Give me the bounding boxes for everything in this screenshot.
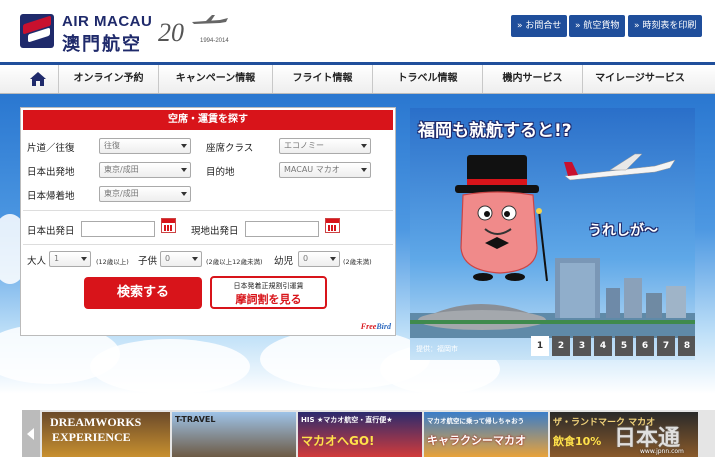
freebird-logo[interactable]: FreeBird xyxy=(361,322,391,331)
brand-name-en[interactable]: AIR MACAU xyxy=(62,13,152,30)
promo-thumbnail-strip: DREAMWORKS EXPERIENCE T-TRAVEL HIS ★マカオ航… xyxy=(22,410,715,457)
banner-page-4[interactable]: 4 xyxy=(594,336,612,356)
thumb-title: DREAMWORKS xyxy=(50,415,142,429)
thumb-sub: 飲食10% xyxy=(553,435,602,448)
divider xyxy=(23,210,393,211)
thumb-dreamworks[interactable]: DREAMWORKS EXPERIENCE xyxy=(42,412,170,457)
thumbs-prev-arrow-icon[interactable] xyxy=(22,410,40,457)
destination-value: MACAU マカオ xyxy=(284,165,340,174)
nav-campaign[interactable]: キャンペーン情報 xyxy=(158,65,272,93)
adult-note: (12歳以上) xyxy=(96,258,129,266)
banner-page-2[interactable]: 2 xyxy=(552,336,570,356)
infant-label: 幼児 xyxy=(274,256,294,267)
infant-select[interactable]: 0 xyxy=(298,251,340,267)
origin-value: 東京/成田 xyxy=(104,165,139,174)
thumb-sub: EXPERIENCE xyxy=(52,430,131,444)
discount-fare-button[interactable]: 日本発着正規割引運賃 摩詞割を見る xyxy=(210,276,327,309)
return-value: 東京/成田 xyxy=(104,189,139,198)
nav-inflight-service[interactable]: 機内サービス xyxy=(482,65,582,93)
hero-area: 空席・運賃を探す 片道／往復 往復 座席クラス エコノミー 日本出発地 東京/成… xyxy=(0,94,715,394)
child-select[interactable]: 0 xyxy=(160,251,202,267)
thumb-galaxy-macau[interactable]: マカオ航空に乗って帰しちゃおう キャラクシーマカオ xyxy=(424,412,548,457)
nav-travel-info[interactable]: トラベル情報 xyxy=(372,65,482,93)
trip-type-select[interactable]: 往復 xyxy=(99,138,191,154)
destination-select[interactable]: MACAU マカオ xyxy=(279,162,371,178)
anniversary-years: 1994-2014 xyxy=(200,38,229,44)
print-timetable-button[interactable]: » 時刻表を印刷 xyxy=(628,15,703,37)
local-date-label: 現地出発日 xyxy=(191,226,239,237)
main-nav: オンライン予約 キャンペーン情報 フライト情報 トラベル情報 機内サービス マイ… xyxy=(0,62,715,94)
fare-button-line1: 日本発着正規割引運賃 xyxy=(233,282,304,290)
adult-label: 大人 xyxy=(27,256,47,267)
banner-headline: 福岡も就航すると!? xyxy=(418,121,572,141)
plane-icon xyxy=(192,15,228,24)
local-date-input[interactable] xyxy=(245,221,319,237)
banner-page-6[interactable]: 6 xyxy=(636,336,654,356)
depart-calendar-icon[interactable] xyxy=(161,218,176,233)
anniversary-number: 20 xyxy=(158,18,184,47)
banner-credit: 提供：福岡市 xyxy=(416,345,458,353)
nav-mileage-service[interactable]: マイレージサービス xyxy=(582,65,697,93)
banner-page-1[interactable]: 1 xyxy=(531,336,549,356)
origin-label: 日本出発地 xyxy=(27,167,75,178)
banner-page-3[interactable]: 3 xyxy=(573,336,591,356)
banner-page-5[interactable]: 5 xyxy=(615,336,633,356)
local-calendar-icon[interactable] xyxy=(325,218,340,233)
fare-button-line2: 摩詞割を見る xyxy=(235,293,302,306)
depart-date-label: 日本出発日 xyxy=(27,226,75,237)
thumb-title: HIS ★マカオ航空・直行便★ xyxy=(301,416,393,424)
watermark-url: www.jpnn.com xyxy=(640,448,684,455)
search-button[interactable]: 検索する xyxy=(84,277,202,309)
return-label: 日本帰着地 xyxy=(27,191,75,202)
trip-type-value: 往復 xyxy=(104,141,120,150)
promo-banner[interactable]: 福岡も就航すると!? うれしが〜 提供：福岡市 1 2 3 4 5 6 7 8 xyxy=(410,108,695,360)
trip-type-label: 片道／往復 xyxy=(27,143,75,154)
thumb-his[interactable]: HIS ★マカオ航空・直行便★ マカオへGO! xyxy=(298,412,422,457)
nav-flight-info[interactable]: フライト情報 xyxy=(272,65,372,93)
infant-note: (2歳未満) xyxy=(343,258,372,266)
adult-value: 1 xyxy=(54,254,60,263)
banner-page-8[interactable]: 8 xyxy=(678,336,695,356)
banner-page-7[interactable]: 7 xyxy=(657,336,675,356)
cabin-class-label: 座席クラス xyxy=(206,143,254,154)
origin-select[interactable]: 東京/成田 xyxy=(99,162,191,178)
child-label: 子供 xyxy=(138,256,158,267)
air-cargo-button[interactable]: » 航空貨物 xyxy=(569,15,626,37)
city-skyline-icon xyxy=(410,258,695,338)
site-header: AIR MACAU 澳門航空 20 1994-2014 » お問合せ » 航空貨… xyxy=(0,0,715,62)
cabin-class-value: エコノミー xyxy=(284,141,324,150)
air-macau-logo-icon[interactable] xyxy=(20,14,54,48)
depart-date-input[interactable] xyxy=(81,221,155,237)
thumb-sub: マカオへGO! xyxy=(301,434,375,448)
cabin-class-select[interactable]: エコノミー xyxy=(279,138,371,154)
return-select[interactable]: 東京/成田 xyxy=(99,186,191,202)
airplane-icon xyxy=(564,153,676,181)
thumb-t-travel[interactable]: T-TRAVEL xyxy=(172,412,296,457)
thumb-title: T-TRAVEL xyxy=(175,415,216,424)
child-note: (2歳以上12歳未満) xyxy=(206,258,263,266)
freebird-bird: Bird xyxy=(376,322,391,331)
destination-label: 目的地 xyxy=(206,167,235,178)
divider xyxy=(23,244,393,245)
thumb-title: マカオ航空に乗って帰しちゃおう xyxy=(427,417,525,425)
banner-subtext: うれしが〜 xyxy=(588,223,658,239)
flight-search-panel: 空席・運賃を探す 片道／往復 往復 座席クラス エコノミー 日本出発地 東京/成… xyxy=(20,107,396,336)
brand-name-jp[interactable]: 澳門航空 xyxy=(62,30,142,56)
adult-select[interactable]: 1 xyxy=(49,251,91,267)
freebird-free: Free xyxy=(360,322,377,331)
thumb-sub: キャラクシーマカオ xyxy=(427,434,526,447)
nav-online-booking[interactable]: オンライン予約 xyxy=(58,65,158,93)
contact-button[interactable]: » お問合せ xyxy=(511,15,568,37)
infant-value: 0 xyxy=(303,254,309,263)
home-icon[interactable] xyxy=(30,72,46,86)
search-panel-title: 空席・運賃を探す xyxy=(23,110,393,130)
child-value: 0 xyxy=(165,254,171,263)
